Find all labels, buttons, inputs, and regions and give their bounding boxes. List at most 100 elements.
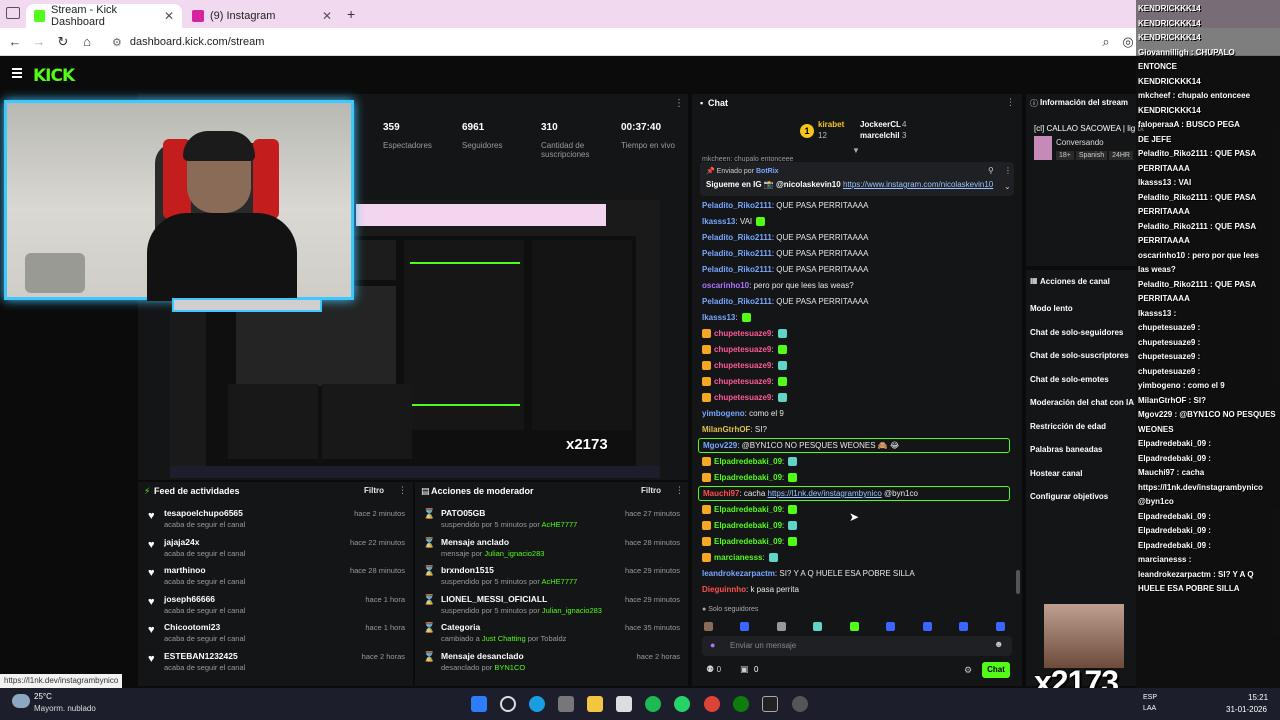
- mod-row[interactable]: ⌛ PATO05GB suspendido por 5 minutos por Ac…: [415, 506, 688, 534]
- chat-message[interactable]: Peladito_Riko2111: QUE PASA PERRITAAAA: [702, 262, 1014, 278]
- chat-link[interactable]: https://l1nk.dev/instagrambynico: [768, 489, 882, 498]
- chat-username[interactable]: Peladito_Riko2111: [702, 233, 772, 242]
- chat-message[interactable]: lkasss13: VAI: [702, 214, 1014, 230]
- clock-date[interactable]: 31-01-2026: [1226, 705, 1267, 714]
- channel-action-item[interactable]: Chat de solo-suscriptores: [1030, 351, 1129, 360]
- chat-username[interactable]: yimbogeno: [702, 409, 745, 418]
- feed-user[interactable]: marthinoo: [164, 565, 206, 575]
- site-info-icon[interactable]: ⚙: [112, 36, 122, 49]
- feed-row[interactable]: ♥ marthinoo acaba de seguir el canal hace 2…: [138, 563, 413, 591]
- tab-instagram[interactable]: (9) Instagram ✕: [184, 4, 340, 28]
- mod-row[interactable]: ⌛ Categoria cambiado a Just Chatting por T…: [415, 620, 688, 648]
- chat-message[interactable]: marcianesss:: [702, 550, 1014, 566]
- mod-target[interactable]: Mensaje anclado: [441, 537, 509, 547]
- more-icon[interactable]: ⋮: [675, 485, 684, 496]
- chat-username[interactable]: chupetesuaze9: [714, 345, 771, 354]
- chat-username[interactable]: marcianesss: [714, 553, 762, 562]
- xbox-icon[interactable]: [733, 696, 749, 712]
- chat-message[interactable]: Peladito_Riko2111: QUE PASA PERRITAAAA: [702, 198, 1014, 214]
- chat-username[interactable]: Elpadredebaki_09: [714, 457, 782, 466]
- more-icon[interactable]: ⋮: [398, 485, 407, 496]
- mod-target[interactable]: LIONEL_MESSI_OFICIALL: [441, 594, 547, 604]
- more-icon[interactable]: ⋮: [1006, 97, 1015, 108]
- chat-username[interactable]: Elpadredebaki_09: [714, 521, 782, 530]
- spotify-icon[interactable]: [645, 696, 661, 712]
- chat-message[interactable]: chupetesuaze9:: [702, 374, 1014, 390]
- chat-username[interactable]: chupetesuaze9: [714, 377, 771, 386]
- mod-row[interactable]: ⌛ brxndon1515 suspendido por 5 minutos por…: [415, 563, 688, 591]
- clock-time[interactable]: 15:21: [1248, 693, 1268, 702]
- app-icon[interactable]: [762, 696, 778, 712]
- feed-user[interactable]: joseph66666: [164, 594, 215, 604]
- mod-filter-button[interactable]: Filtro: [641, 486, 661, 495]
- close-icon[interactable]: ✕: [322, 9, 332, 23]
- chat-message[interactable]: Elpadredebaki_09:: [702, 454, 1014, 470]
- new-tab-icon[interactable]: +: [347, 6, 355, 22]
- home-icon[interactable]: ⌂: [79, 34, 95, 50]
- feed-user[interactable]: Chicootomi23: [164, 622, 220, 632]
- more-icon[interactable]: ⋮: [1004, 166, 1012, 175]
- feed-user[interactable]: ESTEBAN1232425: [164, 651, 238, 661]
- chat-username[interactable]: Elpadredebaki_09: [714, 505, 782, 514]
- settings-icon[interactable]: ⚙: [964, 665, 972, 676]
- chat-message[interactable]: Peladito_Riko2111: QUE PASA PERRITAAAA: [702, 246, 1014, 262]
- feed-user[interactable]: jajaja24x: [164, 537, 199, 547]
- chat-message[interactable]: Peladito_Riko2111: QUE PASA PERRITAAAA: [702, 294, 1014, 310]
- chat-username[interactable]: chupetesuaze9: [714, 361, 771, 370]
- chat-message[interactable]: chupetesuaze9:: [702, 342, 1014, 358]
- collapse-icon[interactable]: ▼: [852, 146, 860, 155]
- chat-username[interactable]: Peladito_Riko2111: [702, 249, 772, 258]
- store-icon[interactable]: [558, 696, 574, 712]
- back-icon[interactable]: ←: [7, 34, 23, 50]
- chat-message[interactable]: lkasss13:: [702, 310, 1014, 326]
- mod-actor[interactable]: Julian_ignacio283: [542, 606, 602, 615]
- feed-row[interactable]: ♥ joseph66666 acaba de seguir el canal hace…: [138, 592, 413, 620]
- close-icon[interactable]: ✕: [164, 9, 174, 23]
- channel-action-item[interactable]: Palabras baneadas: [1030, 445, 1102, 454]
- emote-icon[interactable]: [740, 622, 750, 632]
- chat-username[interactable]: lkasss13: [702, 217, 735, 226]
- feed-row[interactable]: ♥ tesapoelchupo6565 acaba de seguir el can…: [138, 506, 413, 534]
- chat-username[interactable]: oscarinho10: [702, 281, 749, 290]
- chat-message[interactable]: chupetesuaze9:: [702, 358, 1014, 374]
- chat-username[interactable]: Mgov229: [703, 441, 737, 450]
- feed-row[interactable]: ♥ ESTEBAN1232425 acaba de seguir el canal h…: [138, 649, 413, 677]
- chat-message[interactable]: yimbogeno: como el 9: [702, 406, 1014, 422]
- chat-scrollbar[interactable]: [1016, 570, 1020, 594]
- chevron-down-icon[interactable]: ⌄: [1004, 182, 1011, 191]
- feed-filter-button[interactable]: Filtro: [364, 486, 384, 495]
- whatsapp-icon[interactable]: [674, 696, 690, 712]
- chat-message[interactable]: Mgov229: @BYN1CO NO PESQUES WEONES 🙈 😂: [698, 438, 1010, 453]
- emote-icon[interactable]: [995, 622, 1005, 632]
- more-icon[interactable]: ⋮: [674, 98, 684, 109]
- snipping-icon[interactable]: [616, 696, 632, 712]
- folder-icon[interactable]: [587, 696, 603, 712]
- gifter-2[interactable]: JockeerCL: [860, 120, 901, 129]
- pinned-link[interactable]: https://www.instagram.com/nicolaskevin10: [843, 180, 993, 189]
- mic-icon[interactable]: ●: [710, 640, 715, 650]
- mod-actor[interactable]: AcHE7777: [541, 520, 577, 529]
- chat-username[interactable]: chupetesuaze9: [714, 393, 771, 402]
- unpin-icon[interactable]: ⚲: [988, 166, 994, 175]
- emoji-icon[interactable]: ☻: [994, 639, 1003, 649]
- channel-action-item[interactable]: Restricción de edad: [1030, 422, 1106, 431]
- chat-message[interactable]: Peladito_Riko2111: QUE PASA PERRITAAAA: [702, 230, 1014, 246]
- chat-message[interactable]: Elpadredebaki_09:: [702, 470, 1014, 486]
- mod-target[interactable]: Categoria: [441, 622, 480, 632]
- zoom-icon[interactable]: ⌕: [1098, 34, 1114, 50]
- chat-message[interactable]: Mauchi97: cacha https://l1nk.dev/instagr…: [698, 486, 1010, 501]
- emote-icon[interactable]: [886, 622, 896, 632]
- stream-title[interactable]: [cl] CALLAO SACOWEA | lig bu: [1034, 124, 1144, 133]
- chrome-icon[interactable]: [704, 696, 720, 712]
- chat-message[interactable]: oscarinho10: pero por que lees las weas?: [702, 278, 1014, 294]
- edge-icon[interactable]: [529, 696, 545, 712]
- mod-actor[interactable]: Just Chatting: [482, 634, 526, 643]
- channel-action-item[interactable]: Modo lento: [1030, 304, 1073, 313]
- mod-row[interactable]: ⌛ LIONEL_MESSI_OFICIALL suspendido por 5 m…: [415, 592, 688, 620]
- points-icon[interactable]: ⚉ 0: [706, 664, 721, 675]
- category-name[interactable]: Conversando: [1056, 138, 1104, 147]
- chat-username[interactable]: Elpadredebaki_09: [714, 473, 782, 482]
- feed-user[interactable]: tesapoelchupo6565: [164, 508, 243, 518]
- kick-logo[interactable]: KICK: [33, 66, 75, 86]
- feed-row[interactable]: ♥ Chicootomi23 acaba de seguir el canal hac…: [138, 620, 413, 648]
